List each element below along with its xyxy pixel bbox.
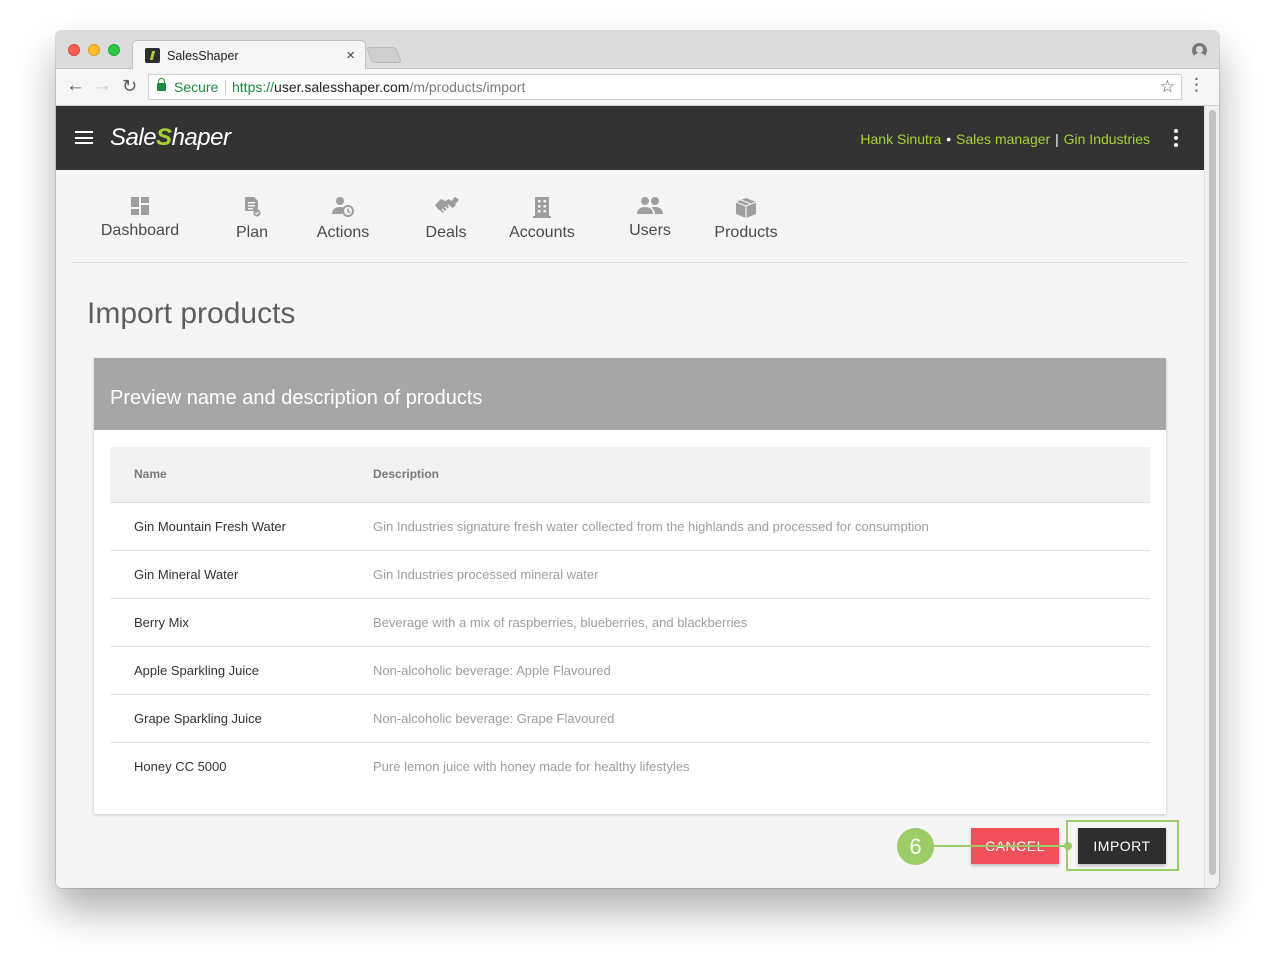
product-name: Honey CC 5000 [134, 759, 227, 774]
column-header-name: Name [134, 467, 167, 481]
url-path: /m/products/import [409, 79, 526, 95]
module-nav: Dashboard Plan Actions Deals Accounts Us… [72, 170, 1188, 263]
product-description: Non-alcoholic beverage: Grape Flavoured [373, 711, 615, 726]
forward-arrow-icon[interactable]: → [93, 76, 112, 96]
table-row: Apple Sparkling Juice Non-alcoholic beve… [110, 647, 1150, 695]
tab-title: SalesShaper [167, 49, 239, 63]
callout-connector-dot [1064, 842, 1072, 850]
browser-toolbar: ← → ↻ Secure https://user.salesshaper.co… [56, 69, 1219, 106]
nav-label-deals: Deals [425, 224, 467, 241]
logo-prefix: Sale [110, 124, 157, 151]
table-row: Berry Mix Beverage with a mix of raspber… [110, 599, 1150, 647]
product-name: Apple Sparkling Juice [134, 663, 260, 678]
cancel-button[interactable]: CANCEL [971, 828, 1059, 864]
nav-item-actions[interactable]: Actions [308, 196, 378, 242]
salesshaper-favicon-icon [145, 48, 160, 63]
nav-item-deals[interactable]: Deals [411, 196, 481, 242]
step-number-badge: 6 [897, 828, 934, 865]
user-name[interactable]: Hank Sinutra [860, 131, 941, 147]
accounts-icon [533, 197, 551, 218]
page-title: Import products [87, 297, 296, 330]
product-name: Gin Mineral Water [134, 567, 239, 582]
browser-window: SalesShaper × ← → ↻ Secure https://user.… [56, 31, 1219, 888]
scrollbar-thumb[interactable] [1209, 110, 1216, 875]
app-header: SaleShaper Hank Sinutra • Sales manager … [56, 106, 1204, 170]
tab-strip: SalesShaper × [56, 31, 1219, 70]
table-row: Honey CC 5000 Pure lemon juice with hone… [110, 743, 1150, 791]
table-row: Gin Mineral Water Gin Industries process… [110, 551, 1150, 599]
dashboard-icon [131, 197, 149, 215]
new-tab-button[interactable] [366, 47, 402, 63]
nav-item-plan[interactable]: Plan [224, 196, 280, 242]
secure-label: Secure [174, 79, 219, 95]
products-icon [735, 198, 757, 218]
product-name: Berry Mix [134, 615, 189, 630]
minimize-window-button[interactable] [88, 44, 100, 56]
reload-icon[interactable]: ↻ [122, 76, 137, 96]
actions-icon [332, 197, 354, 217]
hamburger-menu-icon[interactable] [75, 131, 93, 144]
address-bar[interactable]: Secure https://user.salesshaper.com/m/pr… [148, 74, 1182, 100]
lock-icon [157, 78, 166, 91]
nav-label-actions: Actions [316, 224, 370, 241]
preview-card: Preview name and description of products… [94, 358, 1166, 814]
product-name: Grape Sparkling Juice [134, 711, 262, 726]
product-description: Gin Industries processed mineral water [373, 567, 599, 582]
card-title: Preview name and description of products [110, 387, 483, 409]
user-role[interactable]: Sales manager [956, 131, 1050, 147]
bookmark-star-icon[interactable]: ☆ [1160, 75, 1175, 99]
table-header-row: Name Description [110, 447, 1150, 503]
url-scheme: https:// [232, 79, 275, 95]
back-arrow-icon[interactable]: ← [66, 76, 85, 96]
nav-item-dashboard[interactable]: Dashboard [100, 196, 180, 240]
url-host: user.salesshaper.com [274, 79, 410, 95]
logo-suffix: haper [171, 124, 231, 151]
table-row: Gin Mountain Fresh Water Gin Industries … [110, 503, 1150, 551]
import-button[interactable]: IMPORT [1078, 828, 1166, 864]
close-window-button[interactable] [68, 44, 80, 56]
user-info-separator: | [1055, 131, 1059, 147]
user-info: Hank Sinutra • Sales manager | Gin Indus… [860, 131, 1150, 147]
nav-label-accounts: Accounts [509, 224, 575, 241]
omnibox-divider [225, 80, 226, 94]
product-description: Gin Industries signature fresh water col… [373, 519, 929, 534]
product-description: Non-alcoholic beverage: Apple Flavoured [373, 663, 611, 678]
more-options-icon[interactable] [1174, 129, 1178, 147]
nav-label-products: Products [714, 224, 778, 241]
product-description: Beverage with a mix of raspberries, blue… [373, 615, 748, 630]
users-icon [637, 197, 663, 214]
page-viewport: SaleShaper Hank Sinutra • Sales manager … [56, 106, 1204, 888]
logo-s: S [156, 124, 172, 151]
nav-item-accounts[interactable]: Accounts [504, 196, 580, 242]
plan-icon [245, 197, 261, 217]
product-name: Gin Mountain Fresh Water [134, 519, 286, 534]
page-scrollbar[interactable] [1204, 106, 1219, 888]
browser-menu-icon[interactable]: ⋮ [1188, 75, 1205, 95]
deals-icon [435, 196, 459, 213]
url-text: https://user.salesshaper.com/m/products/… [232, 75, 525, 99]
column-header-description: Description [373, 467, 440, 481]
products-table: Name Description Gin Mountain Fresh Wate… [110, 447, 1150, 791]
nav-item-products[interactable]: Products [708, 196, 784, 242]
nav-label-plan: Plan [235, 224, 269, 241]
profile-icon[interactable] [1192, 43, 1207, 58]
user-info-dot: • [946, 131, 952, 147]
user-company[interactable]: Gin Industries [1064, 131, 1150, 147]
card-header: Preview name and description of products [94, 358, 1166, 430]
nav-item-users[interactable]: Users [620, 196, 680, 240]
zoom-window-button[interactable] [108, 44, 120, 56]
table-row: Grape Sparkling Juice Non-alcoholic beve… [110, 695, 1150, 743]
tab-close-icon[interactable]: × [346, 47, 355, 64]
product-description: Pure lemon juice with honey made for hea… [373, 759, 690, 774]
nav-label-users: Users [629, 222, 671, 239]
browser-tab[interactable]: SalesShaper × [132, 40, 366, 70]
nav-label-dashboard: Dashboard [100, 222, 180, 239]
salesshaper-logo[interactable]: SaleShaper [110, 124, 231, 152]
